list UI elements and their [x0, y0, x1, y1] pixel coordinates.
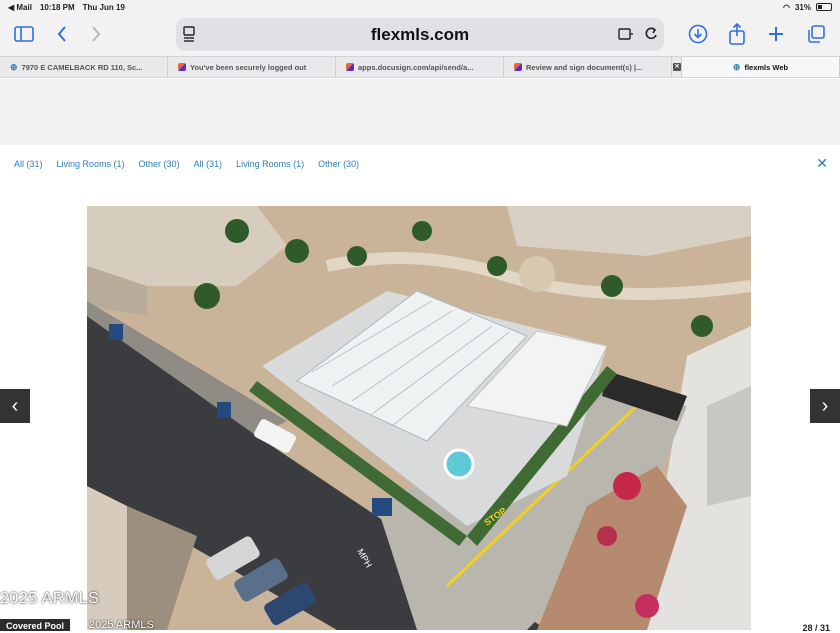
tab-strip: ⊕ 7970 E CAMELBACK RD 110, Sc... You've … [0, 56, 840, 78]
download-icon[interactable] [686, 22, 710, 46]
tab-close-button[interactable]: ✕ [672, 57, 682, 77]
reader-icon[interactable] [618, 26, 634, 46]
docusign-icon [178, 63, 186, 71]
filter-all[interactable]: All (31) [194, 159, 223, 169]
photo-counter: 28 / 31 [802, 623, 830, 633]
tab-label: You've been securely logged out [190, 62, 307, 72]
tab-review-sign[interactable]: Review and sign document(s) |... [504, 57, 672, 77]
watermark-small: 2025 ARMLS [89, 619, 154, 631]
tab-docusign-send[interactable]: apps.docusign.com/api/send/a... [336, 57, 504, 77]
close-viewer-button[interactable]: ✕ [816, 155, 828, 172]
filter-living-rooms[interactable]: Living Rooms (1) [57, 159, 125, 169]
tab-logged-out[interactable]: You've been securely logged out [168, 57, 336, 77]
address-bar[interactable]: flexmls.com [176, 18, 664, 51]
page-menu-icon[interactable] [182, 26, 196, 47]
filter-other[interactable]: Other (30) [318, 159, 359, 169]
docusign-icon [514, 63, 522, 71]
watermark-text: 2025 ARMLS [0, 590, 100, 607]
chevron-right-icon[interactable] [84, 22, 108, 46]
aerial-pool-image: MPH STOP [87, 206, 751, 630]
tab-flexmls[interactable]: ⊕ flexmls Web [682, 57, 840, 77]
tab-label: apps.docusign.com/api/send/a... [358, 62, 474, 72]
tabs-icon[interactable] [804, 22, 828, 46]
next-photo-button[interactable]: › [810, 389, 840, 423]
filter-other[interactable]: Other (30) [139, 159, 180, 169]
status-date: Thu Jun 19 [82, 2, 125, 12]
status-time: 10:18 PM [39, 2, 75, 12]
url-text: flexmls.com [370, 24, 470, 44]
close-icon[interactable]: ✕ [673, 63, 681, 71]
browser-toolbar: flexmls.com [0, 14, 840, 56]
status-bar: ◀ Mail 10:18 PM Thu Jun 19 ◠ 31% [0, 0, 840, 14]
photo-viewer: All (31) Living Rooms (1) Other (30) All… [0, 145, 840, 633]
wifi-icon: ◠ [783, 2, 790, 12]
globe-icon: ⊕ [10, 61, 18, 72]
photo-caption: Covered Pool [0, 619, 71, 631]
back-to-app-link[interactable]: ◀ Mail [8, 3, 32, 12]
reload-icon[interactable] [644, 26, 658, 47]
tab-listing[interactable]: ⊕ 7970 E CAMELBACK RD 110, Sc... [0, 57, 168, 77]
tab-label: Review and sign document(s) |... [526, 62, 643, 72]
globe-icon: ⊕ [732, 61, 741, 72]
filter-all[interactable]: All (31) [14, 159, 43, 169]
plus-icon[interactable] [764, 22, 788, 46]
docusign-icon [346, 63, 354, 71]
photo-filter-row: All (31) Living Rooms (1) Other (30) All… [14, 159, 359, 169]
sidebar-icon[interactable] [12, 22, 36, 46]
battery-icon [816, 3, 832, 11]
battery-percent: 31% [794, 2, 811, 12]
page-header-area [0, 79, 840, 145]
filter-living-rooms[interactable]: Living Rooms (1) [236, 159, 304, 169]
battery-fill [818, 5, 822, 9]
tab-label: flexmls Web [744, 62, 789, 72]
prev-photo-button[interactable]: ‹ [0, 389, 30, 423]
chevron-left-icon[interactable] [50, 22, 74, 46]
tab-label: 7970 E CAMELBACK RD 110, Sc... [21, 62, 143, 72]
share-icon[interactable] [725, 22, 749, 46]
listing-photo: MPH STOP [87, 206, 751, 630]
